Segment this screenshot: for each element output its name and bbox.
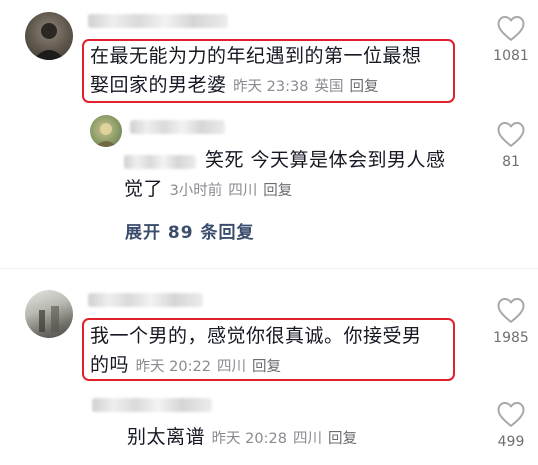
username-blurred: [88, 14, 228, 28]
heart-outline-icon: [497, 16, 525, 41]
like-count: 499: [497, 434, 525, 450]
like-button[interactable]: 1985: [481, 296, 538, 346]
like-count: 81: [502, 154, 520, 170]
reply-button[interactable]: 回复: [263, 183, 292, 199]
divider: [0, 268, 538, 269]
comment-meta: 昨天 20:28 四川 回复: [212, 431, 363, 447]
highlight-box: [82, 39, 455, 103]
avatar[interactable]: [25, 12, 73, 60]
comment-text: 笑死 今天算是体会到男人感: [205, 146, 485, 175]
comment-location: 四川: [292, 431, 322, 447]
username-blurred: [92, 398, 212, 412]
username-blurred: [88, 293, 203, 307]
highlight-box: [82, 318, 455, 381]
comment-line: 别太离谱: [127, 426, 206, 448]
comment-time: 3小时前: [169, 183, 223, 199]
like-count: 1985: [493, 330, 529, 346]
comment-time: 昨天 20:28: [211, 431, 287, 447]
like-count: 1081: [493, 48, 529, 64]
comment-line-with-meta: 别太离谱 昨天 20:28 四川 回复: [127, 423, 427, 454]
expand-replies-button[interactable]: 展开 89 条回复: [125, 218, 255, 243]
comment-line: 觉了: [124, 178, 164, 200]
comment-line-with-meta: 觉了 3小时前 四川 回复: [124, 175, 424, 206]
like-button[interactable]: 1081: [481, 14, 538, 64]
heart-outline-icon: [497, 122, 525, 147]
avatar[interactable]: [90, 115, 122, 147]
heart-outline-icon: [497, 402, 525, 427]
username-blurred: [130, 120, 225, 134]
comment-location: 四川: [228, 183, 258, 199]
like-button[interactable]: 81: [481, 120, 538, 170]
comment-meta: 3小时前 四川 回复: [170, 183, 299, 199]
reply-target-blurred: [124, 155, 196, 169]
comment-line: 笑死 今天算是体会到男人感: [205, 149, 446, 171]
heart-outline-icon: [497, 298, 525, 323]
avatar[interactable]: [25, 290, 73, 338]
like-button[interactable]: 499: [481, 400, 538, 450]
reply-button[interactable]: 回复: [328, 431, 357, 447]
